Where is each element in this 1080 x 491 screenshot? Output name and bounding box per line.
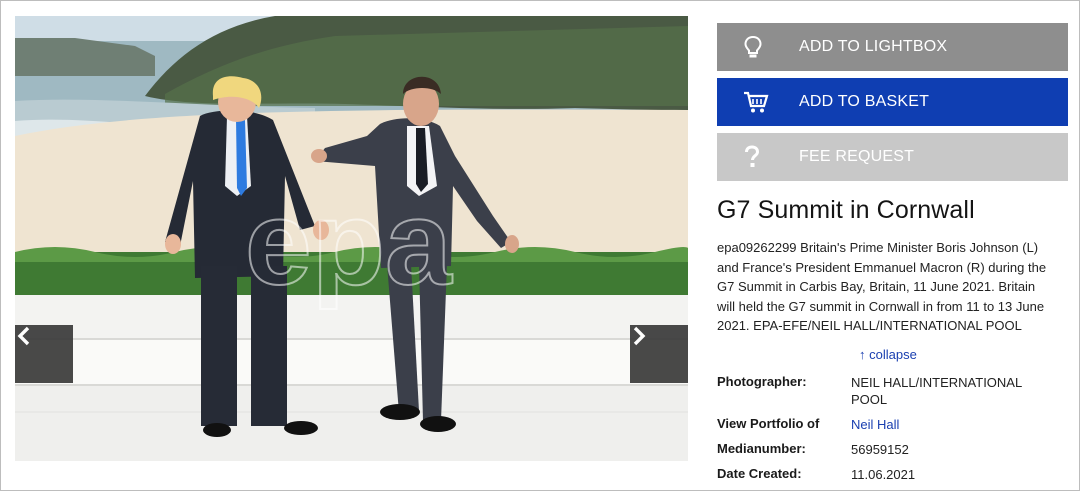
news-photo: epa [15,16,688,461]
date-created-label: Date Created: [717,466,802,481]
portfolio-label: View Portfolio of [717,416,820,431]
fee-request-label: FEE REQUEST [799,148,915,165]
add-to-basket-label: ADD TO BASKET [799,93,930,110]
photographer-label: Photographer: [717,374,807,389]
lightbulb-icon [743,23,799,71]
medianumber-label: Medianumber: [717,441,806,456]
shopping-cart-icon [743,78,799,126]
epa-watermark: epa [245,176,453,310]
add-to-lightbox-label: ADD TO LIGHTBOX [799,38,948,55]
medianumber-value: 56959152 [851,442,909,457]
chevron-right-icon [633,326,646,346]
previous-image-button[interactable] [15,325,73,383]
photo-caption: epa09262299 Britain's Prime Minister Bor… [717,240,1047,334]
add-to-lightbox-button[interactable]: ADD TO LIGHTBOX [717,23,1068,71]
photo-viewer[interactable]: epa [15,16,688,461]
collapse-link[interactable]: ↑ collapse [859,347,917,362]
next-image-button[interactable] [630,325,688,383]
photographer-value: NEIL HALL/INTERNATIONAL POOL [851,375,1022,407]
question-mark-icon [743,133,799,181]
fee-request-button[interactable]: FEE REQUEST [717,133,1068,181]
portfolio-link[interactable]: Neil Hall [851,417,899,432]
photo-title: G7 Summit in Cornwall [717,196,975,224]
date-created-value: 11.06.2021 [851,467,916,482]
add-to-basket-button[interactable]: ADD TO BASKET [717,78,1068,126]
chevron-left-icon [17,326,30,346]
